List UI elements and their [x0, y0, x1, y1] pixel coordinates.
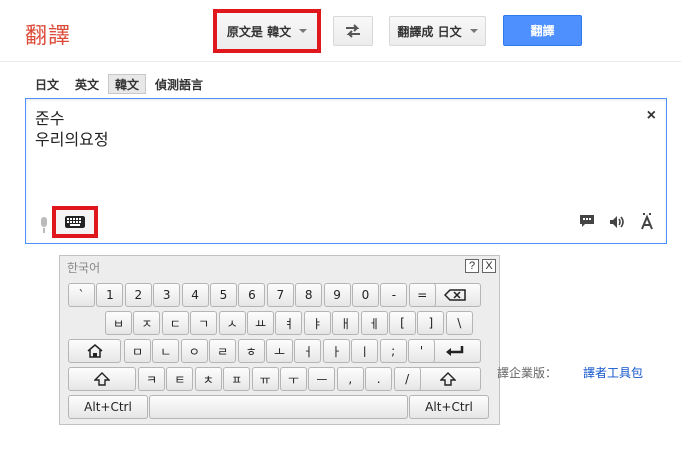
keyboard-title: 한국어 — [67, 261, 101, 275]
enter-key[interactable] — [429, 339, 481, 363]
keyboard-key[interactable]: ㄱ — [190, 311, 218, 335]
keyboard-key[interactable]: 9 — [323, 283, 351, 307]
keyboard-key[interactable]: ㅏ — [322, 339, 350, 363]
keyboard-key[interactable]: ㅍ — [223, 367, 251, 391]
keyboard-key[interactable]: ㅣ — [351, 339, 379, 363]
keyboard-key[interactable]: 5 — [210, 283, 237, 307]
keyboard-key[interactable]: ㅡ — [308, 367, 336, 391]
source-language-tabs: 日文 英文 韓文 偵測語言 — [28, 74, 210, 94]
keyboard-key[interactable]: ㅑ — [303, 311, 331, 335]
keyboard-icon — [65, 216, 85, 228]
caps-lock-key[interactable] — [68, 339, 121, 363]
keyboard-key[interactable]: ' — [408, 339, 435, 363]
translate-button[interactable]: 翻譯 — [503, 15, 582, 46]
translator-toolkit-link[interactable]: 譯者工具包 — [583, 364, 643, 381]
tab-english[interactable]: 英文 — [68, 74, 106, 94]
clear-text-button[interactable]: × — [647, 107, 656, 125]
keyboard-key[interactable]: ㅅ — [218, 311, 246, 335]
backspace-icon — [444, 289, 466, 301]
keyboard-key[interactable]: ㄹ — [209, 339, 237, 363]
keyboard-key[interactable]: ㅂ — [105, 311, 132, 335]
keyboard-key[interactable]: ㅌ — [166, 367, 194, 391]
app-logo: 翻譯 — [25, 24, 72, 49]
keyboard-key[interactable]: ㅛ — [247, 311, 274, 335]
keyboard-key[interactable]: ㅈ — [133, 311, 161, 335]
shift-icon — [94, 372, 110, 386]
chevron-down-icon — [299, 29, 308, 33]
keyboard-key[interactable]: ㅠ — [251, 367, 279, 391]
keyboard-help-button[interactable]: ? — [465, 259, 479, 273]
keyboard-key[interactable]: . — [365, 367, 393, 391]
keyboard-key[interactable]: 0 — [352, 283, 379, 307]
source-text-area[interactable]: 준수 우리의요정 × — [25, 98, 667, 244]
source-text[interactable]: 준수 우리의요정 — [35, 108, 109, 150]
target-language-button[interactable]: 翻譯成 日文 — [389, 16, 486, 46]
swap-arrows-icon — [346, 24, 360, 38]
shift-icon — [440, 372, 456, 386]
swap-languages-button[interactable] — [333, 16, 373, 46]
keyboard-key[interactable]: ㅐ — [332, 311, 360, 335]
virtual-keyboard: 한국어 ? X Alt+Ctrl Alt+Ctrl ` 1 2 3 4 5 6 7 8 9 0- = ㅂ… — [59, 255, 500, 425]
keyboard-key[interactable]: 3 — [153, 283, 181, 307]
speaker-icon[interactable] — [609, 215, 626, 229]
keyboard-key[interactable]: 1 — [96, 283, 124, 307]
keyboard-key[interactable]: ㅁ — [124, 339, 151, 363]
keyboard-key[interactable]: ] — [417, 311, 445, 335]
chat-icon[interactable] — [579, 214, 595, 229]
source-language-label: 原文是 韓文 — [226, 24, 292, 39]
tab-korean[interactable]: 韓文 — [108, 74, 147, 94]
keyboard-key[interactable]: ㅔ — [360, 311, 388, 335]
keyboard-key[interactable]: ㅓ — [294, 339, 322, 363]
keyboard-close-button[interactable]: X — [482, 259, 496, 273]
keyboard-key[interactable]: 7 — [266, 283, 294, 307]
keyboard-key[interactable]: ㅗ — [266, 339, 293, 363]
keyboard-key[interactable]: - — [380, 283, 408, 307]
keyboard-key[interactable]: ㄷ — [161, 311, 189, 335]
keyboard-key[interactable]: 2 — [124, 283, 152, 307]
source-language-button[interactable]: 原文是 韓文 — [217, 13, 317, 49]
keyboard-key[interactable]: ㅎ — [237, 339, 265, 363]
tab-japanese[interactable]: 日文 — [28, 74, 66, 94]
tab-detect-language[interactable]: 偵測語言 — [148, 74, 210, 94]
keyboard-key[interactable]: ㅕ — [275, 311, 303, 335]
keyboard-key[interactable]: 6 — [238, 283, 266, 307]
keyboard-key[interactable]: 4 — [181, 283, 209, 307]
keyboard-key[interactable]: \ — [445, 311, 473, 335]
chevron-down-icon — [469, 29, 478, 33]
enter-icon — [446, 346, 464, 356]
microphone-icon[interactable] — [40, 217, 48, 233]
left-shift-key[interactable] — [68, 367, 136, 391]
keyboard-key[interactable]: ㅇ — [180, 339, 208, 363]
keyboard-key[interactable]: ㅜ — [280, 367, 307, 391]
keyboard-key[interactable]: 8 — [295, 283, 323, 307]
keyboard-toggle-button[interactable] — [52, 206, 98, 238]
header-divider — [0, 61, 681, 62]
right-shift-key[interactable] — [415, 367, 481, 391]
enterprise-text: 譯企業版： — [497, 366, 558, 380]
keyboard-key[interactable]: ; — [379, 339, 407, 363]
right-alt-ctrl-key[interactable]: Alt+Ctrl — [409, 395, 489, 419]
space-key[interactable] — [149, 395, 408, 419]
keyboard-key[interactable]: ㄴ — [152, 339, 180, 363]
keyboard-key[interactable]: ㅊ — [194, 367, 222, 391]
keyboard-key[interactable]: = — [408, 283, 436, 307]
keyboard-key[interactable]: ㅋ — [138, 367, 165, 391]
left-alt-ctrl-key[interactable]: Alt+Ctrl — [68, 395, 148, 419]
keyboard-key[interactable]: , — [336, 367, 364, 391]
home-icon — [87, 344, 102, 358]
keyboard-key[interactable]: / — [393, 367, 421, 391]
keyboard-key[interactable]: [ — [389, 311, 416, 335]
font-icon[interactable] — [640, 213, 654, 230]
keyboard-key[interactable]: ` — [68, 283, 95, 307]
target-language-label: 翻譯成 日文 — [397, 24, 462, 39]
backspace-key[interactable] — [429, 283, 481, 307]
